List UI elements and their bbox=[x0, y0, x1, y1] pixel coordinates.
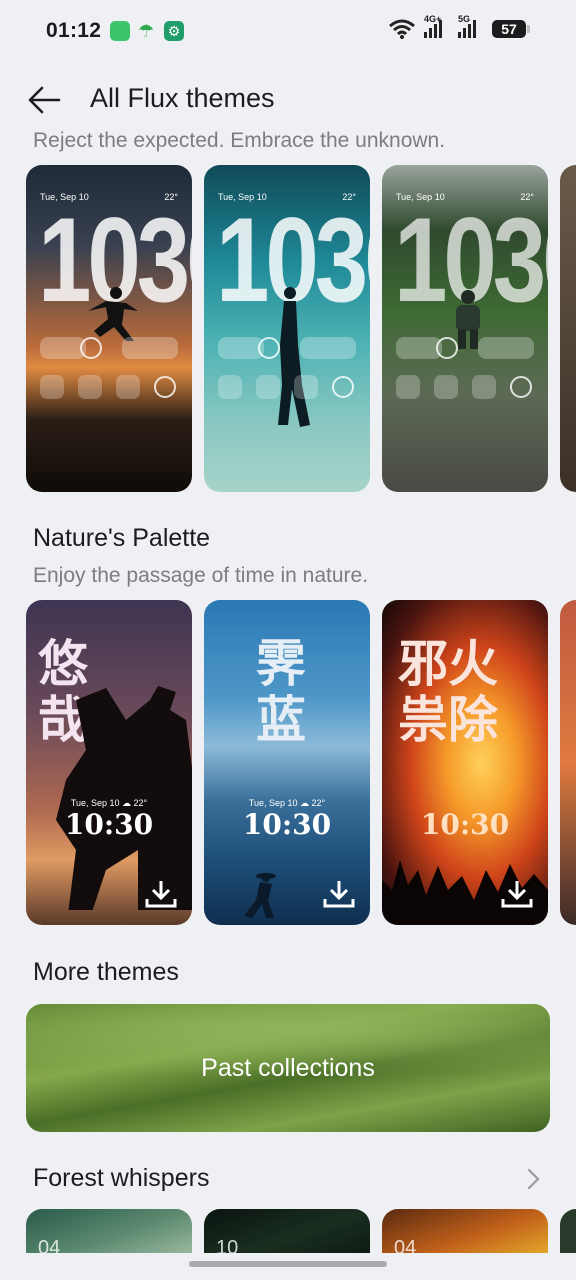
horse-rider-silhouette bbox=[56, 686, 192, 910]
forest-theme-card-peek[interactable] bbox=[560, 1209, 576, 1253]
card-number: 04 bbox=[38, 1237, 61, 1253]
widget-square bbox=[396, 375, 420, 399]
app-notification-icon bbox=[110, 21, 130, 41]
past-collections-label: Past collections bbox=[201, 1054, 375, 1082]
flux-theme-row: Tue, Sep 10 22° 1030 Tue, Sep 10 22° 103… bbox=[0, 165, 576, 493]
download-icon[interactable] bbox=[144, 879, 178, 909]
widget-pill bbox=[300, 337, 356, 359]
back-arrow-icon[interactable] bbox=[26, 82, 62, 118]
wifi-icon bbox=[389, 19, 415, 39]
flux-theme-card-peek[interactable] bbox=[560, 165, 576, 492]
nature-section-subtitle: Enjoy the passage of time in nature. bbox=[33, 564, 369, 587]
download-icon[interactable] bbox=[322, 879, 356, 909]
flux-theme-card[interactable]: Tue, Sep 10 22° 1030 bbox=[26, 165, 192, 492]
fitness-widget-icon bbox=[436, 337, 458, 359]
person-silhouette bbox=[88, 287, 138, 341]
battery-icon: 57 bbox=[492, 20, 530, 38]
card-number: 10 bbox=[216, 1237, 239, 1253]
nature-theme-card[interactable]: 邪火 祟除 10:30 bbox=[382, 600, 548, 925]
page-title: All Flux themes bbox=[90, 83, 275, 113]
widget-square bbox=[40, 375, 64, 399]
chevron-right-icon[interactable] bbox=[526, 1168, 540, 1190]
widget-square bbox=[294, 375, 318, 399]
status-time: 01:12 bbox=[46, 19, 102, 42]
widget-square bbox=[434, 375, 458, 399]
forest-theme-card[interactable]: 04 bbox=[382, 1209, 548, 1253]
network-type-label-2: 5G bbox=[458, 14, 471, 24]
past-collections-banner[interactable]: Past collections bbox=[26, 1004, 550, 1132]
nature-theme-row: 悠 哉 Tue, Sep 10 ☁ 22° 10:30 霁 蓝 Tue, Sep… bbox=[0, 600, 576, 927]
timer-widget-icon bbox=[332, 376, 354, 398]
timer-widget-icon bbox=[154, 376, 176, 398]
card-clock: 10:30 bbox=[420, 808, 510, 841]
status-bar: 01:12 ☂ ⚙ 4G+ 5G 57 bbox=[0, 0, 576, 64]
battery-level: 57 bbox=[501, 21, 517, 37]
widget-square bbox=[116, 375, 140, 399]
forest-theme-row: 04 10 04 bbox=[0, 1209, 576, 1253]
forest-theme-card[interactable]: 10 bbox=[204, 1209, 370, 1253]
widget-pill bbox=[122, 337, 178, 359]
widget-square bbox=[218, 375, 242, 399]
download-icon[interactable] bbox=[500, 879, 534, 909]
signal-icon: 4G+ bbox=[424, 14, 450, 38]
widget-square bbox=[256, 375, 280, 399]
gesture-handle[interactable] bbox=[189, 1261, 387, 1267]
flux-theme-card[interactable]: Tue, Sep 10 22° 1030 bbox=[204, 165, 370, 492]
card-chinese-title: 霁 蓝 bbox=[256, 635, 306, 749]
nature-theme-card[interactable]: 霁 蓝 Tue, Sep 10 ☁ 22° 10:30 bbox=[204, 600, 370, 925]
forest-theme-card[interactable]: 04 bbox=[26, 1209, 192, 1253]
nature-section-title: Nature's Palette bbox=[33, 524, 211, 552]
card-number: 04 bbox=[394, 1237, 417, 1253]
widget-pill bbox=[478, 337, 534, 359]
widget-square bbox=[472, 375, 496, 399]
farmer-silhouette bbox=[244, 873, 276, 918]
more-themes-title: More themes bbox=[33, 958, 179, 986]
flux-theme-card[interactable]: Tue, Sep 10 22° 1030 bbox=[382, 165, 548, 492]
card-clock: 10:30 bbox=[64, 808, 154, 841]
umbrella-notification-icon: ☂ bbox=[138, 21, 155, 41]
card-clock: 10:30 bbox=[242, 808, 332, 841]
card-chinese-title: 邪火 祟除 bbox=[398, 635, 498, 749]
signal-icon-2: 5G bbox=[458, 14, 484, 38]
fitness-widget-icon bbox=[258, 337, 280, 359]
nature-theme-card[interactable]: 悠 哉 Tue, Sep 10 ☁ 22° 10:30 bbox=[26, 600, 192, 925]
forest-section-title: Forest whispers bbox=[33, 1164, 210, 1192]
flux-section-subtitle: Reject the expected. Embrace the unknown… bbox=[33, 129, 446, 152]
fitness-widget-icon bbox=[80, 337, 102, 359]
nature-theme-card-peek[interactable] bbox=[560, 600, 576, 925]
widget-square bbox=[78, 375, 102, 399]
network-type-label: 4G+ bbox=[424, 14, 442, 24]
settings-notification-icon: ⚙ bbox=[164, 21, 184, 41]
timer-widget-icon bbox=[510, 376, 532, 398]
